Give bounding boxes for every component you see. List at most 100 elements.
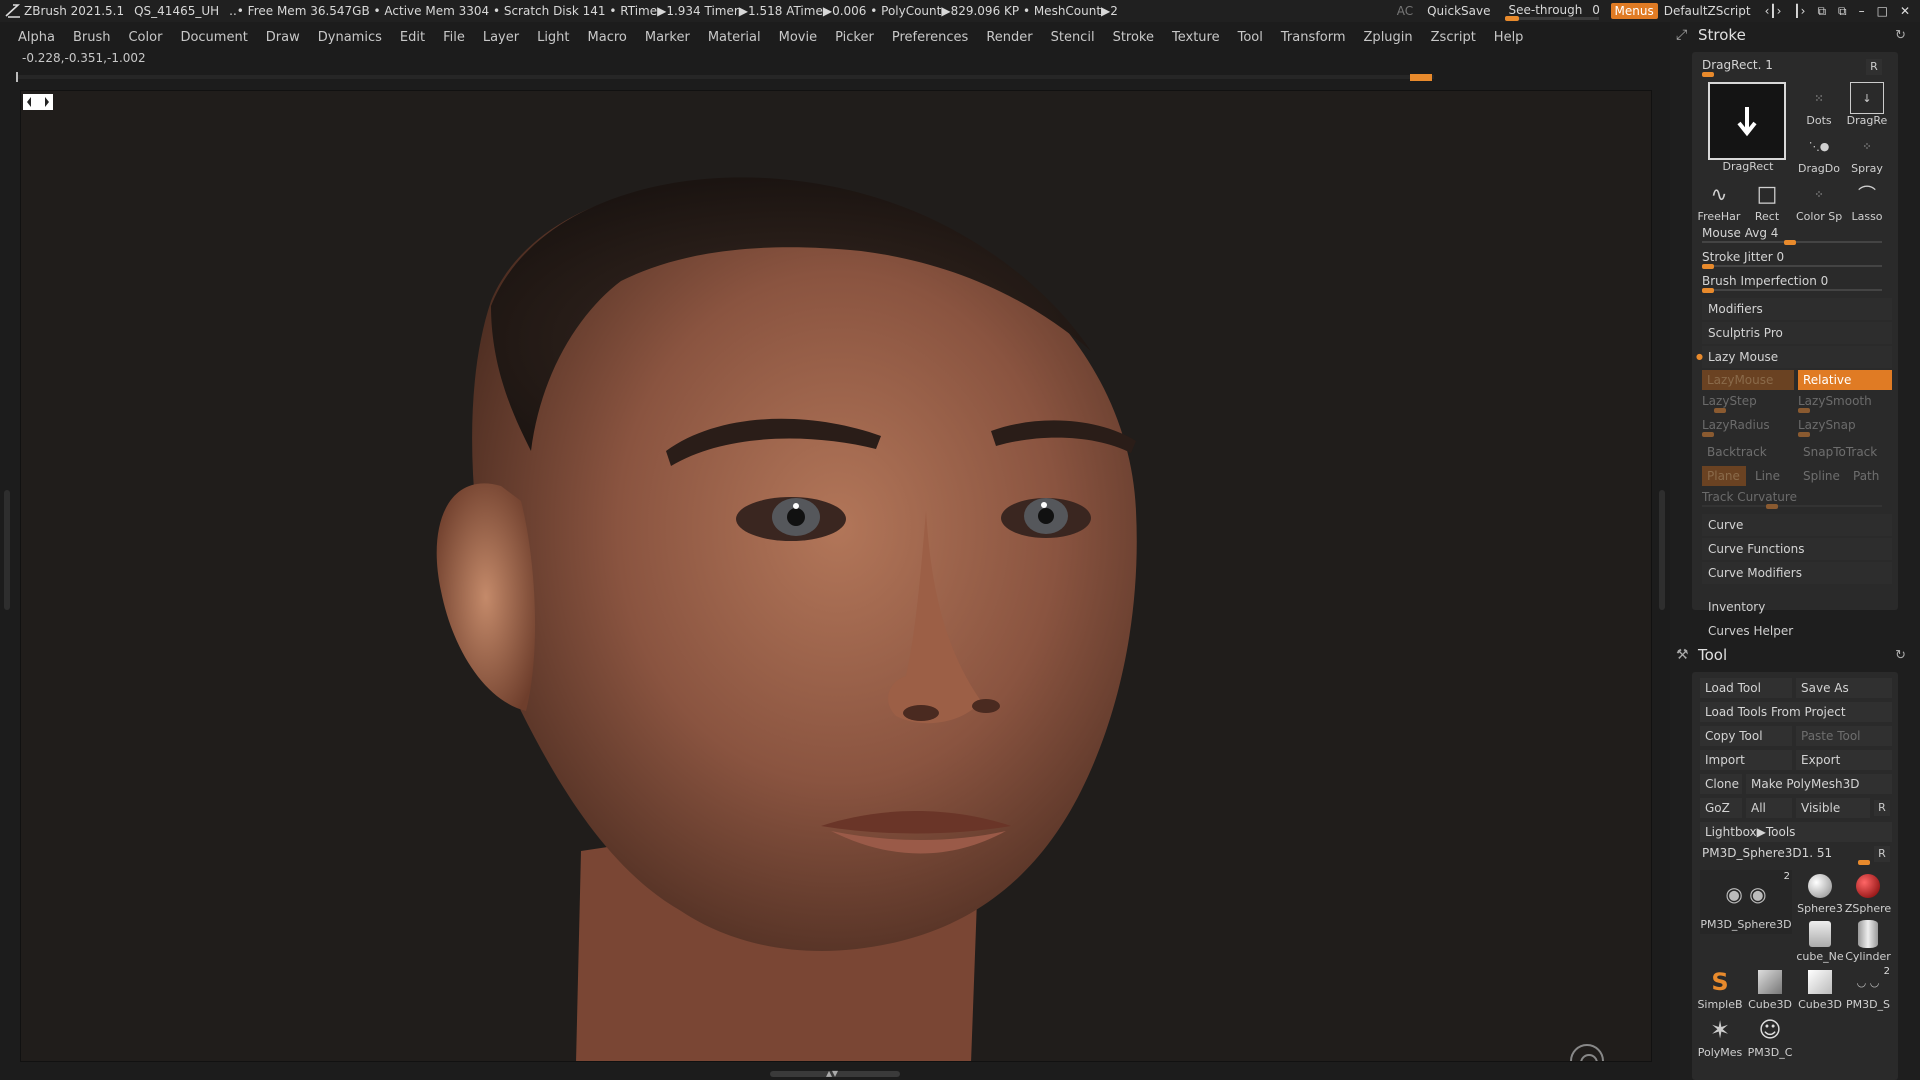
simplebrush-thumbnail[interactable]: S SimpleB (1696, 966, 1744, 1011)
menu-brush[interactable]: Brush (73, 30, 111, 45)
tool-palette-header[interactable]: ⚒ Tool ↻ (1670, 642, 1920, 668)
quicksave-button[interactable]: QuickSave (1427, 4, 1490, 18)
cube3d-thumbnail-b[interactable]: Cube3D (1796, 966, 1844, 1011)
menu-zplugin[interactable]: Zplugin (1364, 30, 1413, 45)
left-tray-handle[interactable] (4, 490, 10, 610)
lazystep-slider[interactable]: LazyStep (1700, 392, 1792, 414)
stroke-restore-button[interactable]: R (1866, 59, 1882, 75)
stroke-jitter-slider[interactable]: Stroke Jitter 0 (1700, 248, 1886, 270)
inventory-item[interactable]: Inventory (1708, 600, 1765, 614)
stroke-spray-thumbnail[interactable]: ⁘ Spray (1844, 130, 1890, 176)
document-canvas[interactable] (20, 90, 1652, 1062)
cube-ne-thumbnail[interactable]: cube_Ne (1796, 918, 1844, 963)
restore-icon[interactable]: ⧉ (1838, 4, 1847, 19)
lightbox-tools-button[interactable]: Lightbox▶Tools (1700, 822, 1892, 842)
lazysnap-slider[interactable]: LazySnap (1796, 416, 1888, 438)
pm3d-s-thumbnail[interactable]: ◡ ◡ 2 PM3D_S (1844, 966, 1892, 1011)
zsphere-thumbnail[interactable]: ZSphere (1844, 870, 1892, 915)
goz-button[interactable]: GoZ (1700, 798, 1742, 818)
stroke-palette-reset-icon[interactable]: ↻ (1895, 28, 1906, 43)
goz-all-button[interactable]: All (1746, 798, 1792, 818)
line-toggle[interactable]: Line (1750, 466, 1794, 486)
menu-alpha[interactable]: Alpha (18, 30, 55, 45)
stroke-dots-thumbnail[interactable]: ⁙ Dots (1796, 82, 1842, 128)
menu-texture[interactable]: Texture (1172, 30, 1220, 45)
stroke-jitter-knob[interactable] (1702, 264, 1714, 269)
menu-light[interactable]: Light (537, 30, 569, 45)
cube3d-thumbnail-a[interactable]: Cube3D (1746, 966, 1794, 1011)
relative-toggle[interactable]: Relative (1798, 370, 1892, 390)
brush-imperfection-knob[interactable] (1702, 288, 1714, 293)
menu-picker[interactable]: Picker (835, 30, 874, 45)
snap-to-track-toggle[interactable]: SnapToTrack (1798, 442, 1892, 462)
curve-functions-subpalette[interactable]: Curve Functions (1702, 538, 1892, 560)
timeline-track[interactable] (16, 72, 1434, 82)
menu-zscript[interactable]: Zscript (1431, 30, 1476, 45)
lazyradius-slider[interactable]: LazyRadius (1700, 416, 1792, 438)
menu-dynamics[interactable]: Dynamics (318, 30, 382, 45)
polymesh-star-thumbnail[interactable]: ✶ PolyMes (1696, 1014, 1744, 1059)
stroke-freehand-thumbnail[interactable]: ∿ FreeHar (1696, 178, 1742, 223)
save-as-button[interactable]: Save As (1796, 678, 1892, 698)
export-button[interactable]: Export (1796, 750, 1892, 770)
make-polymesh3d-button[interactable]: Make PolyMesh3D (1746, 774, 1892, 794)
track-curvature-slider[interactable]: Track Curvature (1700, 488, 1886, 510)
load-tool-button[interactable]: Load Tool (1700, 678, 1792, 698)
lazymouse-toggle[interactable]: LazyMouse (1702, 370, 1794, 390)
lazyradius-knob[interactable] (1702, 432, 1714, 437)
backtrack-toggle[interactable]: Backtrack (1702, 442, 1794, 462)
menu-document[interactable]: Document (180, 30, 247, 45)
stroke-palette-header[interactable]: ⤢ Stroke ↻ (1670, 22, 1920, 48)
current-tool-knob[interactable] (1858, 860, 1870, 865)
menus-toggle-button[interactable]: Menus (1610, 3, 1658, 19)
menu-render[interactable]: Render (986, 30, 1032, 45)
modifiers-subpalette[interactable]: Modifiers (1702, 298, 1892, 320)
import-button[interactable]: Import (1700, 750, 1792, 770)
stroke-main-thumbnail[interactable] (1708, 82, 1786, 160)
sphere3d-thumbnail[interactable]: Sphere3 (1796, 870, 1844, 915)
path-toggle[interactable]: Path (1848, 466, 1892, 486)
right-tray-handle[interactable] (1659, 490, 1665, 610)
clone-button[interactable]: Clone (1700, 774, 1742, 794)
curves-helper-item[interactable]: Curves Helper (1708, 624, 1793, 638)
goz-visible-button[interactable]: Visible (1796, 798, 1870, 818)
copy-tool-button[interactable]: Copy Tool (1700, 726, 1792, 746)
pm3d-sphere-big-thumbnail[interactable]: ◉ ◉ 2 PM3D_Sphere3D (1700, 870, 1792, 934)
stroke-rect-thumbnail[interactable]: □ Rect (1744, 178, 1790, 224)
pm3d-c-thumbnail[interactable]: ☺ PM3D_C (1746, 1014, 1794, 1060)
menu-material[interactable]: Material (708, 30, 761, 45)
current-tool-selector[interactable]: PM3D_Sphere3D1. 51 (1700, 844, 1886, 866)
menu-color[interactable]: Color (128, 30, 162, 45)
menu-preferences[interactable]: Preferences (892, 30, 968, 45)
menu-stroke[interactable]: Stroke (1113, 30, 1154, 45)
goz-restore-button[interactable]: R (1874, 800, 1890, 816)
lazysnap-knob[interactable] (1798, 432, 1810, 437)
bottom-tray-arrow-icon[interactable]: ▴▾ (826, 1067, 838, 1079)
menu-help[interactable]: Help (1494, 30, 1524, 45)
plane-toggle[interactable]: Plane (1702, 466, 1746, 486)
menu-transform[interactable]: Transform (1281, 30, 1346, 45)
spline-toggle[interactable]: Spline (1798, 466, 1844, 486)
stroke-current-selector[interactable]: DragRect. 1 (1700, 56, 1886, 78)
stroke-current-knob[interactable] (1702, 72, 1714, 77)
layout-arrows-icon-2[interactable]: ┃› (1793, 4, 1805, 19)
mouse-avg-slider[interactable]: Mouse Avg 4 (1700, 224, 1886, 246)
layout-arrows-icon[interactable]: ‹┃› (1765, 4, 1782, 19)
lazysmooth-knob[interactable] (1798, 408, 1810, 413)
lazysmooth-slider[interactable]: LazySmooth (1796, 392, 1888, 414)
close-icon[interactable]: ✕ (1900, 4, 1910, 19)
default-zscript-button[interactable]: DefaultZScript (1664, 4, 1751, 18)
tool-restore-button[interactable]: R (1874, 846, 1890, 862)
windows-icon[interactable]: ⧉ (1817, 4, 1826, 19)
menu-edit[interactable]: Edit (400, 30, 425, 45)
sculptris-pro-subpalette[interactable]: Sculptris Pro (1702, 322, 1892, 344)
see-through-slider[interactable]: See-through 0 (1504, 1, 1600, 21)
load-tools-from-project-button[interactable]: Load Tools From Project (1700, 702, 1892, 722)
mouse-avg-knob[interactable] (1784, 240, 1796, 245)
lazystep-knob[interactable] (1714, 408, 1726, 413)
brush-imperfection-slider[interactable]: Brush Imperfection 0 (1700, 272, 1886, 294)
stroke-dragdot-thumbnail[interactable]: ⋱● DragDo (1796, 130, 1842, 176)
minimize-icon[interactable]: – (1859, 4, 1865, 19)
stroke-colorspray-thumbnail[interactable]: ⁘ Color Sp (1796, 178, 1842, 224)
stroke-lasso-thumbnail[interactable]: ⌒ Lasso (1844, 178, 1890, 223)
